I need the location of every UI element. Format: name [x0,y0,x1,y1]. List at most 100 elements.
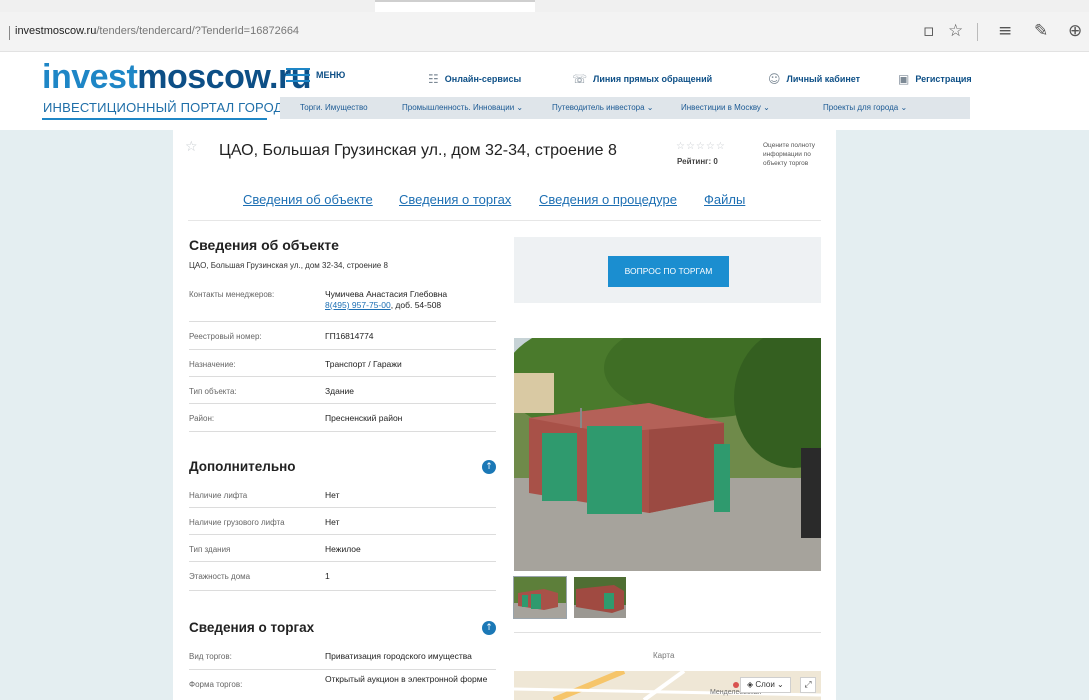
ask-question-button[interactable]: ВОПРОС ПО ТОРГАМ [608,256,729,287]
contacts-key: Контакты менеджеров: [189,290,275,299]
tab-trade-info[interactable]: Сведения о торгах [399,192,511,207]
row-building-type: Тип здания Нежилое [189,535,496,562]
subnav-trades[interactable]: Торги. Имущество [300,103,368,112]
browser-active-tab[interactable] [375,0,535,12]
logo-part-invest: invest [42,58,138,96]
hub-icon[interactable]: ≡ [998,21,1012,41]
purpose-key: Назначение: [189,360,236,369]
trades-heading: Сведения о торгах [189,620,315,635]
address-separator [9,26,10,40]
photo-thumbnail-2[interactable] [574,577,626,618]
online-services-link[interactable]: ☷ Онлайн-сервисы [428,72,521,86]
row-purpose: Назначение: Транспорт / Гаражи [189,350,496,377]
cargo-lift-key: Наличие грузового лифта [189,518,285,527]
object-type-value: Здание [325,386,354,396]
location-map[interactable]: Менделеевская ◈ Слои ⌄ ⤢ [514,671,821,700]
additional-heading: Дополнительно [189,459,296,474]
reading-view-icon[interactable]: ▫ [923,21,935,41]
trades-toggle-icon[interactable]: ↑ [482,621,496,635]
browser-tab-strip [0,0,1089,12]
url-field[interactable]: investmoscow.ru/tenders/tendercard/?Tend… [15,25,299,37]
subnav-projects[interactable]: Проекты для города ⌄ [823,103,907,112]
tab-procedure-info[interactable]: Сведения о процедуре [539,192,677,207]
tab-object-info[interactable]: Сведения об объекте [243,192,373,207]
map-layers-button[interactable]: ◈ Слои ⌄ [740,677,791,693]
trade-form-value: Открытый аукцион в электронной форме [325,674,488,684]
rating-stars-icon[interactable]: ☆☆☆☆☆ [676,141,726,152]
online-services-label: Онлайн-сервисы [444,74,522,84]
row-trade-form: Форма торгов: Открытый аукцион в электро… [189,670,496,700]
hamburger-icon [286,68,310,82]
url-path: /tenders/tendercard/?TenderId=16872664 [96,25,300,37]
registry-key: Реестровый номер: [189,332,262,341]
rating-hint: Оцените полноту информации по объекту то… [763,142,816,167]
rating-label: Рейтинг: 0 [677,157,718,166]
district-value: Пресненский район [325,413,403,423]
site-logo[interactable]: investmoscow.ru [42,58,311,97]
map-label: Карта [653,651,675,660]
manager-phone-link[interactable]: 8(495) 957-75-00 [325,300,391,310]
subnav-industry[interactable]: Промышленность. Инновации ⌄ [402,103,523,112]
sub-navigation: Торги. Имущество Промышленность. Инновац… [280,97,970,119]
register-label: Регистрация [915,74,972,84]
lift-value: Нет [325,490,340,500]
cabinet-link[interactable]: ☺ Личный кабинет [768,72,860,86]
row-cargo-lift: Наличие грузового лифта Нет [189,508,496,535]
favorite-star-icon[interactable]: ☆ [948,21,963,41]
row-lift: Наличие лифта Нет [189,481,496,508]
lift-key: Наличие лифта [189,491,248,500]
share-icon[interactable]: ⊕ [1068,21,1082,41]
row-floors: Этажность дома 1 [189,562,496,591]
hotline-link[interactable]: ☏ Линия прямых обращений [572,72,712,86]
object-type-key: Тип объекта: [189,387,237,396]
cabinet-label: Личный кабинет [786,74,861,84]
menu-label: МЕНЮ [316,70,346,80]
favorite-star-icon[interactable]: ☆ [185,139,198,155]
url-host: investmoscow.ru [15,25,97,37]
web-note-icon[interactable]: ✎ [1034,21,1048,41]
hotline-label: Линия прямых обращений [593,74,713,84]
subnav-investments[interactable]: Инвестиции в Москву ⌄ [681,103,770,112]
manager-extension: , доб. 54-508 [390,300,442,310]
floors-key: Этажность дома [189,572,251,581]
district-key: Район: [189,414,215,423]
phone-icon: ☏ [572,72,588,86]
browser-address-bar: investmoscow.ru/tenders/tendercard/?Tend… [0,12,1089,52]
manager-name: Чумичева Анастасия Глебовна [325,289,448,299]
object-photo[interactable] [514,338,821,571]
registry-value: ГП16814774 [325,331,374,341]
fullscreen-icon[interactable]: ⤢ [800,677,816,693]
building-type-key: Тип здания [189,545,231,554]
tender-card: ☆ ЦАО, Большая Грузинская ул., дом 32-34… [173,130,836,700]
user-icon: ☺ [768,72,781,86]
row-registry: Реестровый номер: ГП16814774 [189,322,496,350]
photo-thumbnail-1[interactable] [513,576,567,619]
trade-form-key: Форма торгов: [189,680,243,689]
additional-toggle-icon[interactable]: ↑ [482,460,496,474]
trade-kind-value: Приватизация городского имущества [325,651,472,661]
row-trade-kind: Вид торгов: Приватизация городского имущ… [189,642,496,670]
row-contacts: Контакты менеджеров: Чумичева Анастасия … [189,280,496,322]
question-panel: ВОПРОС ПО ТОРГАМ [514,237,821,303]
toolbar-divider [977,23,978,41]
trade-kind-key: Вид торгов: [189,652,232,661]
purpose-value: Транспорт / Гаражи [325,359,402,369]
manager-phone-line: 8(495) 957-75-00, доб. 54-508 [325,300,447,311]
logo-part-moscow: moscow.ru [137,58,311,96]
tender-title: ЦАО, Большая Грузинская ул., дом 32-34, … [219,142,617,159]
cargo-lift-value: Нет [325,517,340,527]
site-header: investmoscow.ru ИНВЕСТИЦИОННЫЙ ПОРТАЛ ГО… [0,52,1089,130]
services-icon: ☷ [428,72,439,86]
tagline-underline [42,118,267,120]
row-object-type: Тип объекта: Здание [189,377,496,404]
map-divider [514,632,821,633]
row-district: Район: Пресненский район [189,404,496,432]
tab-files[interactable]: Файлы [704,192,745,207]
floors-value: 1 [325,571,330,581]
subnav-guide[interactable]: Путеводитель инвестора ⌄ [552,103,654,112]
object-address: ЦАО, Большая Грузинская ул., дом 32-34, … [189,261,388,270]
register-link[interactable]: ▣ Регистрация [898,72,972,86]
menu-button[interactable]: МЕНЮ [286,68,345,82]
tender-tabs: Сведения об объекте Сведения о торгах Св… [188,181,821,221]
lock-icon: ▣ [898,72,910,86]
